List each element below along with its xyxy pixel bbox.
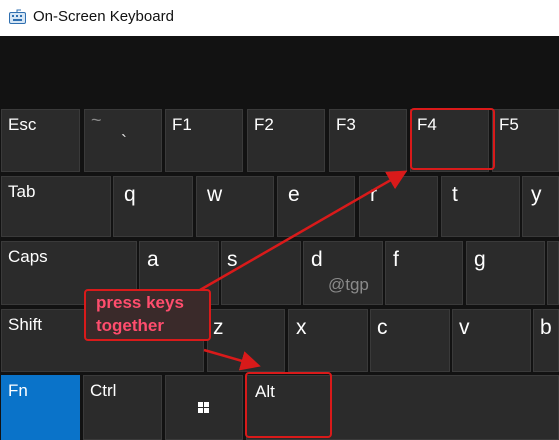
annotation-callout: press keys together <box>84 289 211 341</box>
annotation-arrows <box>199 170 408 371</box>
annotation-line-2: together <box>96 316 164 335</box>
annotation-line-1: press keys <box>96 293 184 312</box>
arrow-to-f4 <box>199 170 408 292</box>
arrow-to-alt <box>203 348 261 371</box>
